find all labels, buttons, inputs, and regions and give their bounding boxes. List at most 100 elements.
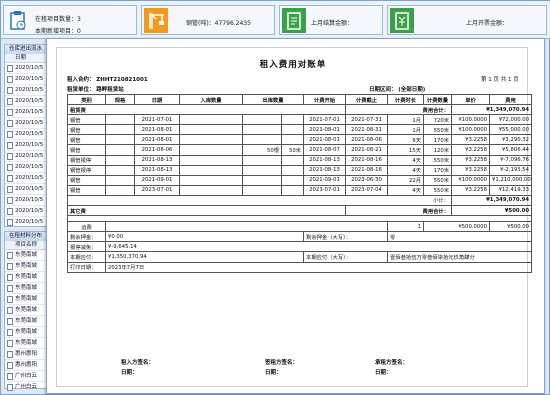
material-distribution-row[interactable]: 广州白云 (5, 371, 49, 382)
warehouse-flow-row[interactable]: 2020/10/5 (5, 85, 49, 96)
table-cell: 2021-08-06 (345, 134, 389, 146)
table-cell: 2021-08-21 (345, 144, 389, 156)
material-distribution-project: 东莞南城 (15, 274, 38, 280)
warehouse-flow-row[interactable]: 2020/10/5 (5, 217, 49, 228)
table-cell (105, 114, 135, 126)
table-row: 钢管报停 2021-08-13 2021-08-13 2021-08-16 4天 550米… (67, 154, 533, 166)
table-cell: ¥100.0000 (451, 114, 491, 126)
page-info: 第 1 页 共 1 页 (481, 77, 519, 83)
document-icon (7, 120, 13, 127)
invoice-icon (390, 8, 414, 33)
material-distribution-row[interactable]: 东莞南城 (5, 338, 49, 349)
table-cell: ¥100.0000 (451, 124, 491, 136)
table-cell: 钢管 (67, 174, 106, 186)
table-cell (179, 174, 243, 186)
table-cell (179, 114, 243, 126)
other-fee-qty: 1 (387, 221, 425, 233)
deduction-value: ¥-9,645.14 (104, 241, 533, 253)
material-distribution-row[interactable]: 东莞南城 (5, 316, 49, 327)
table-cell: 2021-07-31 (345, 114, 389, 126)
warehouse-flow-date: 2020/10/5 (15, 109, 44, 115)
table-cell: 2023-07-01 (303, 184, 347, 196)
table-cell: 550米 (423, 184, 453, 196)
table-cell (105, 174, 135, 186)
material-distribution-row[interactable]: 东莞南城 (5, 261, 49, 272)
warehouse-flow-row[interactable]: 2020/10/5 (5, 162, 49, 173)
card-invoice[interactable]: 上月开票金额： (387, 5, 547, 35)
table-cell (179, 134, 243, 146)
table-cell (242, 164, 282, 176)
table-cell: ¥12,419.33 (489, 184, 533, 196)
table-cell: ¥3.2258 (451, 134, 491, 146)
material-distribution-row[interactable]: 惠州惠阳 (5, 349, 49, 360)
material-distribution-row[interactable]: 东莞南城 (5, 305, 49, 316)
card-projects[interactable]: 在租项目数量：3 本期新增项目：0 (3, 5, 137, 35)
material-distribution-row[interactable]: 东莞南城 (5, 272, 49, 283)
warehouse-flow-row[interactable]: 2020/10/5 (5, 140, 49, 151)
table-cell: 4天 (387, 154, 425, 166)
table-cell (105, 164, 135, 176)
warehouse-flow-row[interactable]: 2020/10/5 (5, 74, 49, 85)
table-header: 类别 规格 日期 入库数量 出库数量 计费开始 计费截止 计费时长 计费数量 单价 费用 (67, 93, 533, 106)
table-cell: 2021-08-16 (345, 154, 389, 166)
column-header: 类别 (67, 93, 106, 106)
card-steel[interactable]: 钢管(吨)：47796.2435 (141, 5, 275, 35)
other-fee-price: ¥500.0000 (423, 221, 491, 233)
table-cell (179, 164, 243, 176)
other-fee-category: 运费 (67, 221, 106, 233)
table-cell: 2021-08-01 (303, 124, 347, 136)
warehouse-flow-col-date[interactable]: 日期 (5, 54, 49, 63)
warehouse-flow-row[interactable]: 2020/10/5 (5, 206, 49, 217)
material-distribution-row[interactable]: 东莞南城 (5, 327, 49, 338)
warehouse-flow-row[interactable]: 2020/10/5 (5, 129, 49, 140)
warehouse-flow-row[interactable]: 2020/10/5 (5, 184, 49, 195)
warehouse-flow-row[interactable]: 2020/10/5 (5, 173, 49, 184)
deposit-row: 剩余押金： ¥0.00 剩余押金（大写）： 零 (67, 231, 533, 243)
warehouse-flow-date: 2020/10/5 (15, 175, 44, 181)
payable-label: 本期应付： (67, 251, 106, 263)
warehouse-flow-row[interactable]: 2020/10/5 (5, 195, 49, 206)
warehouse-flow-date: 2020/10/5 (15, 219, 44, 225)
rent-total: ¥1,349,070.94 (451, 104, 533, 116)
table-cell: ¥5,806.44 (489, 144, 533, 156)
table-cell: 2021-08-13 (303, 164, 347, 176)
table-cell: 2023-07-01 (134, 184, 180, 196)
warehouse-flow-row[interactable]: 2020/10/5 (5, 118, 49, 129)
material-distribution-row[interactable]: 东莞南城 (5, 283, 49, 294)
table-cell: 550米 (423, 154, 453, 166)
material-distribution-row[interactable]: 广州白云 (5, 382, 49, 393)
table-cell: ¥-2,193.54 (489, 164, 533, 176)
column-header: 规格 (105, 93, 135, 106)
steel-tonnage: 钢管(吨)：47796.2435 (186, 20, 251, 27)
warehouse-flow-date: 2020/10/5 (15, 164, 44, 170)
material-distribution-title: 在租材料分布 (5, 232, 49, 241)
app-window: 在租项目数量：3 本期新增项目：0 钢管(吨)：47796.2435 上月结算金… (0, 0, 550, 395)
table-cell: 2021-08-01 (134, 134, 180, 146)
table-cell: 钢管报停 (67, 154, 106, 166)
material-distribution-row[interactable]: 东莞南城 (5, 250, 49, 261)
table-row: 钢管 2023-07-01 2023-07-01 2023-07-04 4天 550米 ¥3… (67, 184, 533, 196)
contract-label: 租入合约： (67, 77, 95, 83)
warehouse-flow-row[interactable]: 2020/10/5 (5, 63, 49, 74)
card-settlement[interactable]: 上月结算金额： (279, 5, 383, 35)
table-cell: 2021-09-01 (134, 174, 180, 186)
material-distribution-row[interactable]: 惠州惠阳 (5, 360, 49, 371)
warehouse-flow-row[interactable]: 2020/10/5 (5, 151, 49, 162)
crane-icon (144, 8, 168, 33)
material-distribution-row[interactable]: 东莞南城 (5, 294, 49, 305)
report-title: 租入费用对账单 (259, 60, 327, 70)
warehouse-flow-row[interactable]: 2020/10/5 (5, 96, 49, 107)
warehouse-flow-row[interactable]: 2020/10/5 (5, 107, 49, 118)
document-icon (7, 373, 13, 380)
table-cell: 170米 (423, 134, 453, 146)
table-cell: 4天 (387, 184, 425, 196)
sidebar: 仓库进出流水 日期 2020/10/5 2020/10/5 2020/10/5 202… (4, 42, 50, 393)
material-distribution-col[interactable]: 项目名称 (5, 241, 49, 250)
unit-label: 租赁单位： (67, 87, 95, 93)
table-cell: 50米 (280, 144, 305, 156)
document-icon (7, 76, 13, 83)
table-cell: ¥72,000.00 (489, 114, 533, 126)
document-icon (282, 8, 306, 33)
table-cell: ¥3.2258 (451, 154, 491, 166)
document-icon (7, 285, 13, 292)
